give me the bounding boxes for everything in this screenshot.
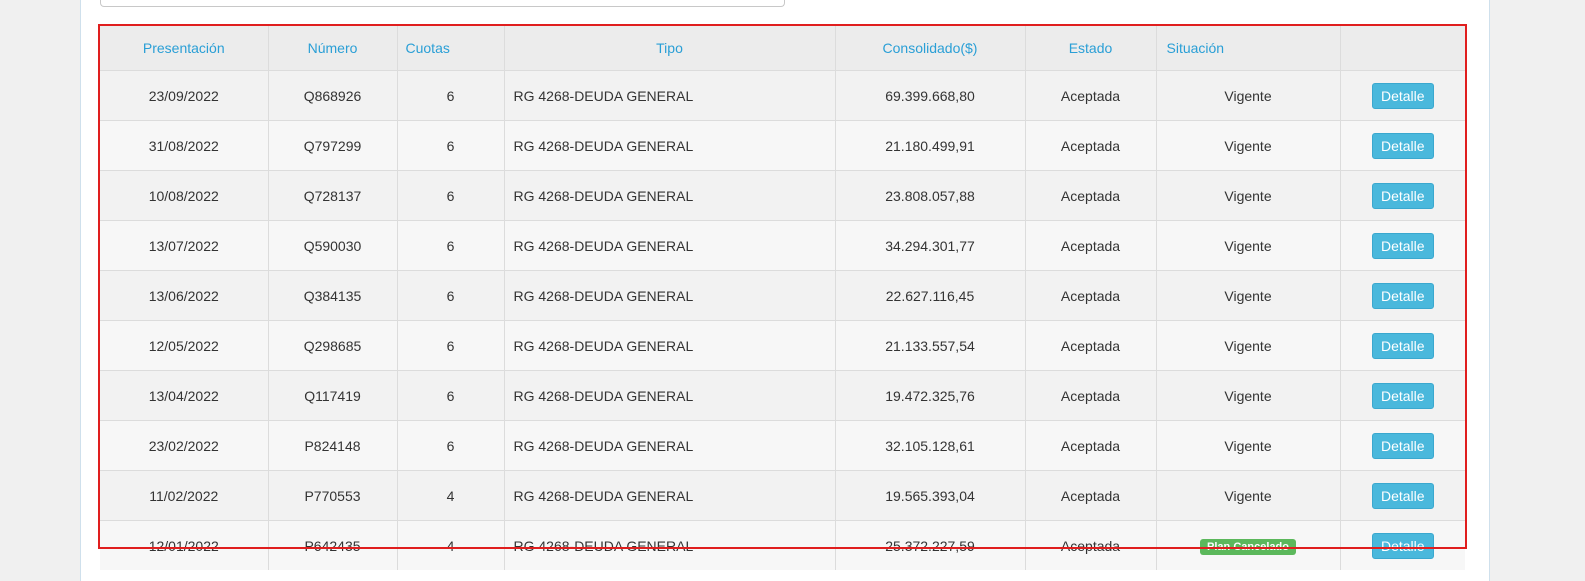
highlight-frame [98, 24, 1467, 549]
search-input[interactable] [100, 0, 785, 7]
